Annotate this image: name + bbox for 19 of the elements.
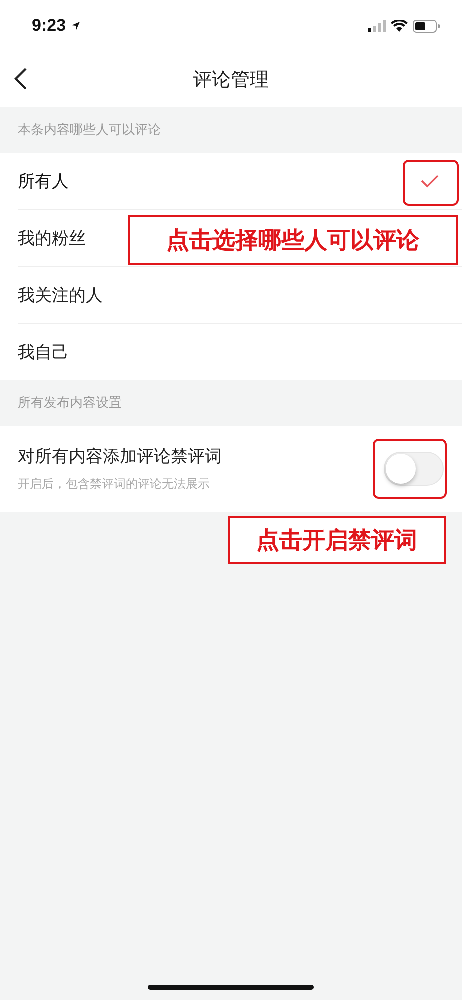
- signal-icon: [368, 20, 386, 32]
- status-time: 9:23: [32, 16, 66, 36]
- wifi-icon: [391, 20, 408, 32]
- audience-option[interactable]: 所有人: [18, 153, 462, 210]
- section-header: 所有发布内容设置: [17, 395, 123, 413]
- annotation-label: 点击选择哪些人可以评论: [128, 215, 458, 265]
- battery-icon: [413, 20, 440, 32]
- audience-option[interactable]: 我自己: [18, 324, 462, 380]
- section-header: 本条内容哪些人可以评论: [17, 122, 162, 140]
- back-button[interactable]: [14, 67, 28, 91]
- setting-label: 对所有内容添加评论禁评词: [18, 446, 222, 468]
- check-icon: [421, 174, 439, 188]
- setting-hint: 开启后，包含禁评词的评论无法展示: [18, 476, 211, 493]
- toggle-switch[interactable]: [384, 452, 444, 486]
- annotation-label: 点击开启禁评词: [228, 516, 446, 564]
- location-icon: [71, 21, 82, 31]
- page-title: 评论管理: [193, 68, 269, 92]
- highlight-frame: [403, 160, 459, 206]
- audience-option[interactable]: 我关注的人: [18, 267, 462, 324]
